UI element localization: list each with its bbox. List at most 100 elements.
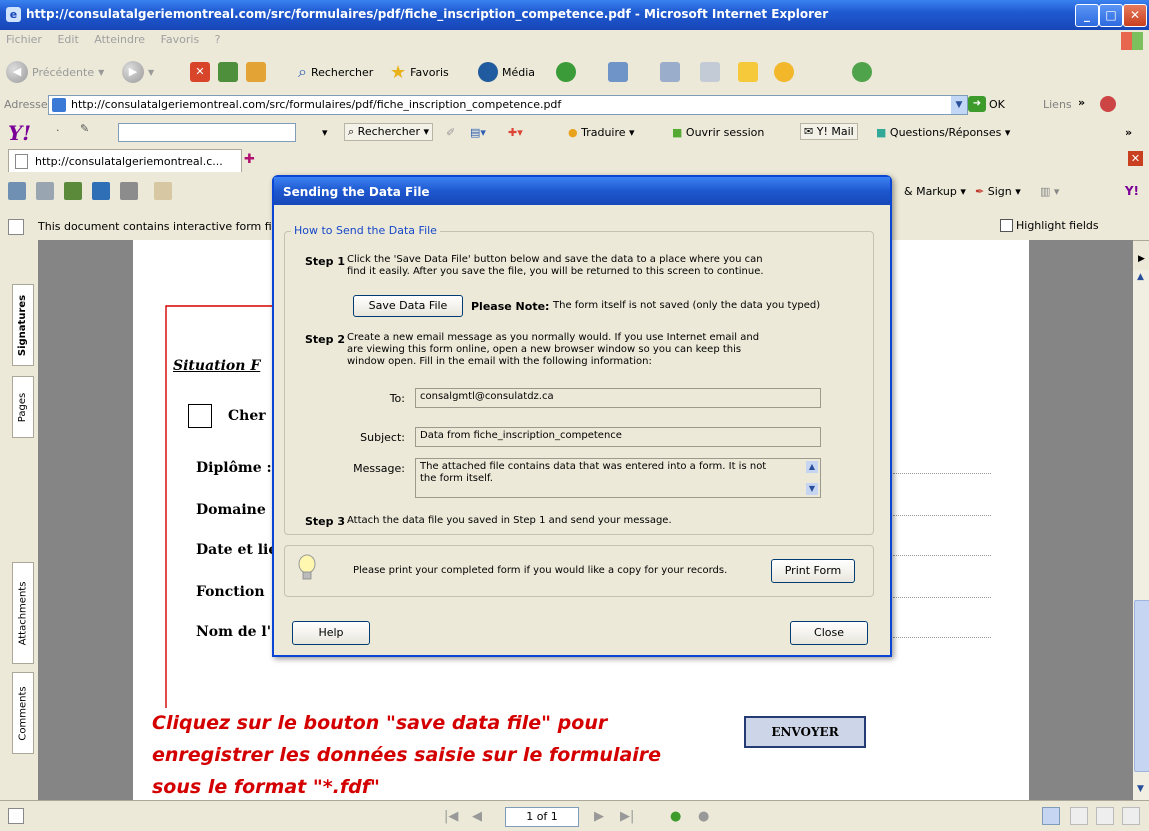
print-button[interactable] xyxy=(660,60,680,84)
page-icon xyxy=(15,154,28,169)
tab-pdf[interactable]: http://consulatalgeriemontreal.c... xyxy=(8,149,242,172)
page-number-input[interactable]: 1 of 1 xyxy=(505,807,579,827)
group-title: How to Send the Data File xyxy=(291,224,440,237)
contacts-button[interactable] xyxy=(852,60,872,84)
scroll-up-icon[interactable]: ▲ xyxy=(1137,272,1144,282)
maximize-button[interactable]: □ xyxy=(1099,4,1123,27)
yahoo-mail-button[interactable]: ✉ Y! Mail xyxy=(800,123,858,140)
sign-button[interactable]: ✒ Sign ▾ xyxy=(975,185,1021,198)
options-button[interactable]: ▥ ▾ xyxy=(1040,185,1059,198)
find-icon[interactable] xyxy=(120,182,138,200)
print-icon[interactable] xyxy=(36,182,54,200)
yahoo-logo[interactable]: Y! xyxy=(8,121,31,145)
stop-button[interactable]: ✕ xyxy=(190,60,210,84)
to-field[interactable]: consalgmtl@consulatdz.ca xyxy=(415,388,821,408)
go-button[interactable]: ➜ OK xyxy=(968,96,1005,112)
save-data-file-button[interactable]: Save Data File xyxy=(353,295,463,317)
links-button[interactable]: Liens xyxy=(1043,98,1072,111)
last-page-icon[interactable]: ▶| xyxy=(620,809,634,824)
favorites-button[interactable]: ★ Favoris xyxy=(390,60,449,84)
tab-comments[interactable]: Comments xyxy=(12,672,34,754)
next-page-icon[interactable]: ▶ xyxy=(594,809,604,824)
menu-atteindre[interactable]: Atteindre xyxy=(88,30,151,49)
close-dialog-button[interactable]: Close xyxy=(790,621,868,645)
previous-view-icon[interactable]: ● xyxy=(670,809,681,824)
envoyer-button[interactable]: ENVOYER xyxy=(744,716,866,748)
translate-button[interactable]: ● Traduire ▾ xyxy=(568,126,635,139)
tab-attachments[interactable]: Attachments xyxy=(12,562,34,664)
markup-button[interactable]: & Markup ▾ xyxy=(904,185,966,198)
search-button[interactable]: ⌕ Rechercher xyxy=(298,60,373,84)
tab-pages[interactable]: Pages xyxy=(12,376,34,438)
subject-field[interactable]: Data from fiche_inscription_competence xyxy=(415,427,821,447)
yahoo-widget-icon[interactable]: Y! xyxy=(1125,184,1139,198)
continuous-facing-icon[interactable] xyxy=(1122,807,1140,825)
history-button[interactable] xyxy=(556,60,576,84)
stop-icon: ✕ xyxy=(190,62,210,82)
field-line[interactable] xyxy=(893,473,991,474)
continuous-page-icon[interactable] xyxy=(1070,807,1088,825)
forward-button[interactable]: ▶ ▼ xyxy=(122,60,154,84)
dropdown-arrow-icon[interactable]: ▾ xyxy=(322,126,328,139)
field-line[interactable] xyxy=(893,555,991,556)
back-button[interactable]: ◀ Précédente ▼ xyxy=(6,60,104,84)
help-button[interactable]: Help xyxy=(292,621,370,645)
media-button[interactable]: Média xyxy=(478,60,535,84)
pencil-icon[interactable]: ✎ xyxy=(80,122,89,135)
first-page-icon[interactable]: |◀ xyxy=(444,809,458,824)
menu-fichier[interactable]: Fichier xyxy=(0,30,48,49)
mail-button[interactable] xyxy=(608,60,628,84)
single-page-icon[interactable] xyxy=(1042,807,1060,825)
tab-signatures[interactable]: Signatures xyxy=(12,284,34,366)
plus-icon[interactable]: ✚▾ xyxy=(508,126,523,139)
menu-edit[interactable]: Edit xyxy=(51,30,84,49)
print-form-button[interactable]: Print Form xyxy=(771,559,855,583)
hand-icon[interactable] xyxy=(154,182,172,200)
session-button[interactable]: ■ Ouvrir session xyxy=(672,126,764,139)
minimize-button[interactable]: _ xyxy=(1075,4,1099,27)
messenger-button[interactable] xyxy=(774,60,794,84)
print-form-group: Please print your completed form if you … xyxy=(284,545,874,597)
edit-button[interactable] xyxy=(700,60,720,84)
toolbar-more-icon[interactable]: » xyxy=(1125,126,1132,139)
save-icon[interactable] xyxy=(8,182,26,200)
field-line[interactable] xyxy=(893,637,991,638)
field-line[interactable] xyxy=(893,597,991,598)
refresh-button[interactable] xyxy=(218,60,238,84)
home-button[interactable] xyxy=(246,60,266,84)
to-label: To: xyxy=(389,392,405,405)
scroll-down-icon[interactable]: ▼ xyxy=(806,483,818,495)
folder-button[interactable] xyxy=(738,60,758,84)
window-title-bar[interactable]: e http://consulatalgeriemontreal.com/src… xyxy=(0,0,1149,30)
addon-icon[interactable] xyxy=(1100,96,1116,112)
field-line[interactable] xyxy=(893,515,991,516)
message-field[interactable]: The attached file contains data that was… xyxy=(415,458,821,498)
panel-expand-icon[interactable]: ▶ xyxy=(1138,254,1145,264)
web-icon[interactable] xyxy=(92,182,110,200)
vertical-scrollbar[interactable]: ▲ ▼ xyxy=(1133,270,1149,800)
highlighter-icon[interactable]: ✐ xyxy=(446,126,455,139)
close-tab-icon[interactable]: ✕ xyxy=(1128,151,1143,166)
yahoo-search-input[interactable] xyxy=(118,123,296,142)
menu-help[interactable]: ? xyxy=(209,30,227,49)
panel-toggle-icon[interactable] xyxy=(8,808,24,824)
facing-page-icon[interactable] xyxy=(1096,807,1114,825)
chevron-more-icon[interactable]: » xyxy=(1078,96,1085,109)
answers-button[interactable]: ■ Questions/Réponses ▾ xyxy=(876,126,1010,139)
address-input[interactable]: http://consulatalgeriemontreal.com/src/f… xyxy=(48,95,968,115)
next-view-icon[interactable]: ● xyxy=(698,809,709,824)
layout-icon[interactable]: ▤▾ xyxy=(470,126,486,139)
scroll-thumb[interactable] xyxy=(1134,600,1149,772)
new-tab-icon[interactable]: ✚ xyxy=(244,152,255,167)
yahoo-search-button[interactable]: ⌕ Rechercher ▾ xyxy=(344,123,433,141)
scroll-down-icon[interactable]: ▼ xyxy=(1137,784,1144,794)
address-dropdown-icon[interactable]: ▼ xyxy=(951,96,967,114)
close-window-button[interactable]: ✕ xyxy=(1123,4,1147,27)
menu-favoris[interactable]: Favoris xyxy=(155,30,206,49)
email-icon[interactable] xyxy=(64,182,82,200)
scroll-up-icon[interactable]: ▲ xyxy=(806,461,818,473)
dropdown-icon[interactable]: · xyxy=(56,124,60,137)
highlight-fields-checkbox[interactable]: Highlight fields xyxy=(1000,219,1099,232)
dialog-title-bar[interactable]: Sending the Data File xyxy=(274,177,890,205)
prev-page-icon[interactable]: ◀ xyxy=(472,809,482,824)
